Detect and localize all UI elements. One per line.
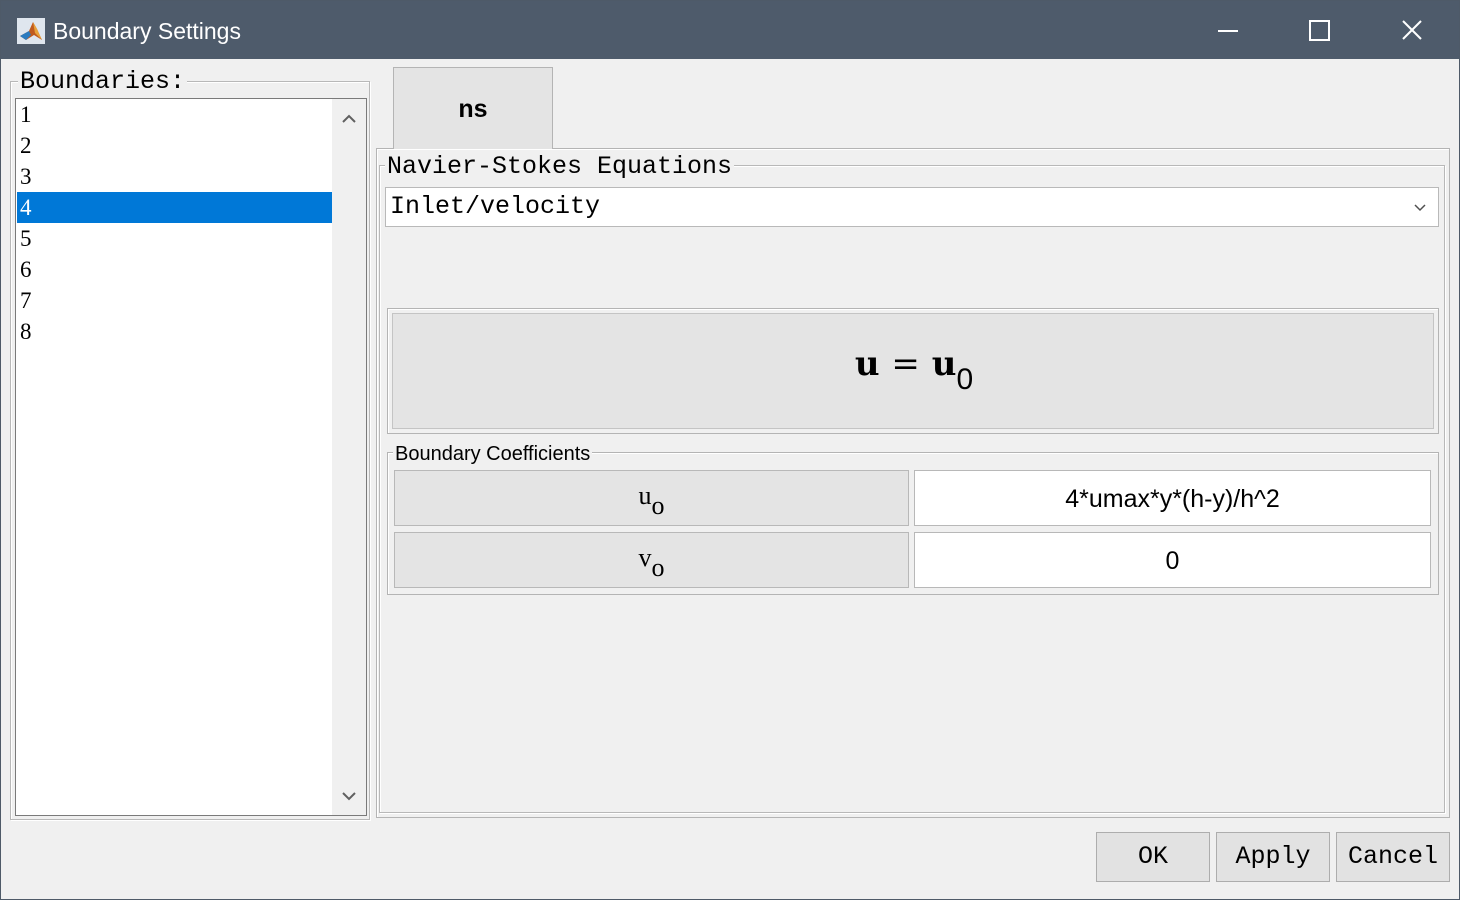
equation-formula: u = u0	[393, 344, 1435, 397]
dropdown-button[interactable]	[1402, 188, 1438, 226]
equation-display: u = u0	[387, 308, 1439, 434]
scroll-down-button[interactable]	[332, 779, 366, 813]
list-item-boundary-7[interactable]: 7	[17, 285, 332, 316]
equation-panel: u = u0	[392, 313, 1434, 429]
coefficient-subscript: o	[651, 491, 665, 520]
boundaries-listbox[interactable]: 1 2 3 4 5 6 7 8	[15, 98, 367, 816]
title-bar[interactable]: Boundary Settings	[1, 1, 1459, 59]
tab-ns[interactable]: ns	[393, 67, 553, 149]
window-title: Boundary Settings	[53, 18, 241, 44]
coefficient-symbol: u	[638, 481, 652, 510]
list-item-boundary-8[interactable]: 8	[17, 316, 332, 347]
navier-stokes-label: Navier-Stokes Equations	[385, 152, 735, 181]
coefficient-name-v0: vo	[394, 532, 909, 588]
chevron-down-icon	[1414, 204, 1426, 212]
maximize-button[interactable]	[1273, 1, 1365, 59]
boundaries-label: Boundaries:	[18, 67, 188, 96]
ok-button[interactable]: OK	[1096, 832, 1210, 882]
list-item-boundary-6[interactable]: 6	[17, 254, 332, 285]
coefficient-value-v0[interactable]: 0	[914, 532, 1431, 588]
coefficient-name-u0: uo	[394, 470, 909, 526]
equation-subscript: 0	[956, 363, 974, 396]
list-item-boundary-3[interactable]: 3	[17, 161, 332, 192]
maximize-icon	[1309, 20, 1330, 41]
boundary-coefficients-label: Boundary Coefficients	[393, 442, 593, 466]
equation-rhs: u	[931, 344, 957, 384]
boundary-condition-select[interactable]: Inlet/velocity	[385, 187, 1439, 227]
coefficient-symbol: v	[638, 543, 652, 572]
boundary-settings-window: Boundary Settings Boundaries: 1 2 3 4 5 …	[0, 0, 1460, 900]
boundaries-scrollbar[interactable]	[332, 99, 366, 815]
equation-lhs: u	[854, 344, 880, 384]
close-button[interactable]	[1365, 1, 1457, 59]
coefficient-value-u0[interactable]: 4*umax*y*(h-y)/h^2	[914, 470, 1431, 526]
chevron-down-icon	[342, 792, 356, 801]
list-item-boundary-1[interactable]: 1	[17, 99, 332, 130]
close-icon	[1402, 20, 1422, 40]
list-item-boundary-5[interactable]: 5	[17, 223, 332, 254]
apply-button[interactable]: Apply	[1216, 832, 1330, 882]
minimize-icon	[1218, 30, 1238, 32]
coefficient-subscript: o	[651, 553, 665, 582]
boundary-condition-value: Inlet/velocity	[390, 192, 601, 221]
minimize-button[interactable]	[1181, 1, 1273, 59]
list-item-boundary-2[interactable]: 2	[17, 130, 332, 161]
list-item-boundary-4[interactable]: 4	[17, 192, 332, 223]
scroll-up-button[interactable]	[332, 101, 366, 135]
chevron-up-icon	[342, 114, 356, 123]
equation-equals: =	[891, 344, 920, 384]
cancel-button[interactable]: Cancel	[1336, 832, 1450, 882]
matlab-app-icon	[17, 18, 45, 44]
